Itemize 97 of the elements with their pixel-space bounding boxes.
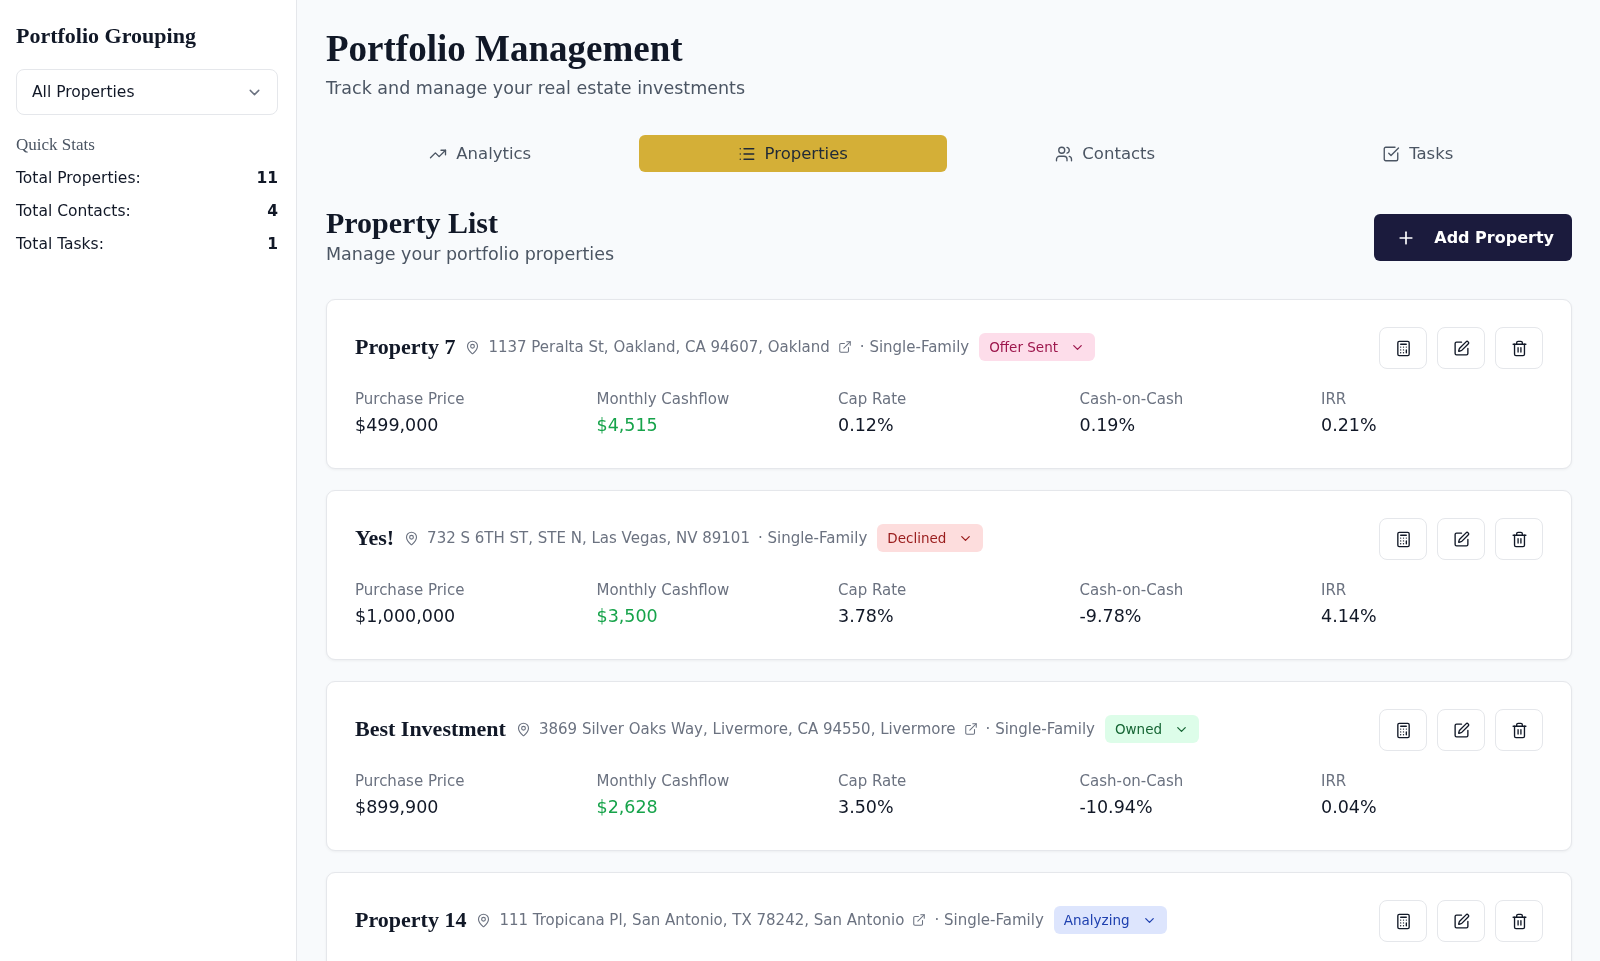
calculator-icon	[1394, 721, 1412, 739]
metric-value: $1,000,000	[355, 605, 457, 628]
metric-value: $899,900	[355, 796, 440, 819]
delete-button[interactable]	[1495, 709, 1543, 751]
edit-button[interactable]	[1437, 709, 1485, 751]
stat-value: 11	[256, 168, 278, 189]
metric-label: Monthly Cashflow	[596, 771, 731, 791]
metric-label: Monthly Cashflow	[596, 580, 731, 600]
metric-label: Purchase Price	[355, 771, 466, 791]
trash-icon	[1510, 530, 1528, 548]
metric-label: Purchase Price	[355, 389, 466, 409]
calculator-button[interactable]	[1379, 518, 1427, 560]
property-name: Yes!	[355, 524, 395, 552]
page-title: Portfolio Management	[326, 27, 684, 71]
property-name: Property 7	[355, 333, 456, 361]
status-dropdown[interactable]: Declined	[877, 524, 984, 552]
delete-button[interactable]	[1495, 900, 1543, 942]
trash-icon	[1510, 339, 1528, 357]
property-type: · Single-Family	[985, 720, 1095, 738]
map-pin-icon	[465, 339, 481, 355]
metric-value: 0.21%	[1321, 414, 1378, 437]
metric-label: IRR	[1321, 771, 1348, 791]
calculator-button[interactable]	[1379, 900, 1427, 942]
metric-label: Cash-on-Cash	[1079, 580, 1185, 600]
metric-label: Cap Rate	[838, 771, 908, 791]
section-title: Property List	[326, 205, 499, 241]
stat-label: Total Tasks:	[16, 234, 104, 255]
users-icon	[1055, 144, 1074, 163]
map-pin-icon	[515, 721, 531, 737]
trash-icon	[1510, 721, 1528, 739]
metric-label: Cap Rate	[838, 389, 908, 409]
metric-label: Cash-on-Cash	[1079, 389, 1185, 409]
grouping-select[interactable]: All Properties	[16, 69, 278, 115]
external-link-icon[interactable]	[837, 340, 852, 354]
tab[interactable]: Properties	[638, 135, 947, 172]
edit-button[interactable]	[1437, 900, 1485, 942]
metric-value: $499,000	[355, 414, 440, 437]
status-dropdown[interactable]: Offer Sent	[979, 333, 1095, 361]
metric-label: Cap Rate	[838, 580, 908, 600]
property-type: · Single-Family	[757, 529, 868, 547]
tab[interactable]: Contacts	[951, 135, 1260, 172]
property-address: 1137 Peralta St, Oakland, CA 94607, Oakland	[488, 338, 830, 356]
stat-value: 4	[267, 201, 278, 222]
metric-label: Cash-on-Cash	[1079, 771, 1185, 791]
property-address: 732 S 6TH ST, STE N, Las Vegas, NV 89101	[427, 529, 750, 547]
metric-value: -10.94%	[1079, 796, 1154, 819]
property-type: · Single-Family	[934, 911, 1044, 929]
edit-icon	[1452, 721, 1470, 739]
metric-value: 0.04%	[1321, 796, 1378, 819]
map-pin-icon	[404, 530, 420, 546]
metric-label: Monthly Cashflow	[596, 389, 731, 409]
metric-value: -9.78%	[1079, 605, 1143, 628]
property-name: Property 14	[355, 906, 467, 934]
edit-icon	[1452, 339, 1470, 357]
trash-icon	[1510, 912, 1528, 930]
calculator-button[interactable]	[1379, 327, 1427, 369]
metric-label: Purchase Price	[355, 580, 466, 600]
property-type: · Single-Family	[859, 338, 970, 356]
edit-icon	[1452, 530, 1470, 548]
stat-value: 1	[267, 234, 278, 255]
tab[interactable]: Analytics	[326, 135, 635, 172]
status-dropdown[interactable]: Analyzing	[1053, 906, 1167, 934]
calculator-icon	[1394, 339, 1412, 357]
delete-button[interactable]	[1495, 518, 1543, 560]
section-subtitle: Manage your portfolio properties	[326, 243, 615, 266]
page-subtitle: Track and manage your real estate investments	[326, 77, 747, 100]
metric-label: IRR	[1321, 389, 1348, 409]
metric-label: IRR	[1321, 580, 1348, 600]
calculator-icon	[1394, 530, 1412, 548]
map-pin-icon	[476, 912, 492, 928]
edit-button[interactable]	[1437, 518, 1485, 560]
metric-value: 3.50%	[838, 796, 895, 819]
external-link-icon[interactable]	[963, 722, 978, 736]
checkbox-icon	[1382, 144, 1401, 163]
status-dropdown[interactable]: Owned	[1104, 715, 1200, 743]
sidebar-title: Portfolio Grouping	[16, 22, 197, 50]
add-property-button[interactable]: Add Property	[1374, 214, 1572, 261]
metric-value: $4,515	[596, 414, 659, 437]
external-link-icon[interactable]	[912, 913, 927, 927]
calculator-icon	[1394, 912, 1412, 930]
property-address: 111 Tropicana Pl, San Antonio, TX 78242, San Antonio	[499, 911, 905, 929]
calculator-button[interactable]	[1379, 709, 1427, 751]
metric-value: 3.78%	[838, 605, 895, 628]
metric-value: 4.14%	[1321, 605, 1378, 628]
edit-icon	[1452, 912, 1470, 930]
tab[interactable]: Tasks	[1263, 135, 1572, 172]
metric-value: 0.19%	[1079, 414, 1137, 437]
metric-value: $2,628	[596, 796, 659, 819]
stat-label: Total Contacts:	[16, 201, 131, 222]
edit-button[interactable]	[1437, 327, 1485, 369]
quick-stats-heading: Quick Stats	[16, 134, 96, 156]
property-address: 3869 Silver Oaks Way, Livermore, CA 94550, Livermore	[538, 720, 956, 738]
metric-value: 0.12%	[838, 414, 895, 437]
delete-button[interactable]	[1495, 327, 1543, 369]
stat-label: Total Properties:	[16, 168, 141, 189]
property-name: Best Investment	[355, 715, 506, 743]
metric-value: $3,500	[596, 605, 659, 628]
